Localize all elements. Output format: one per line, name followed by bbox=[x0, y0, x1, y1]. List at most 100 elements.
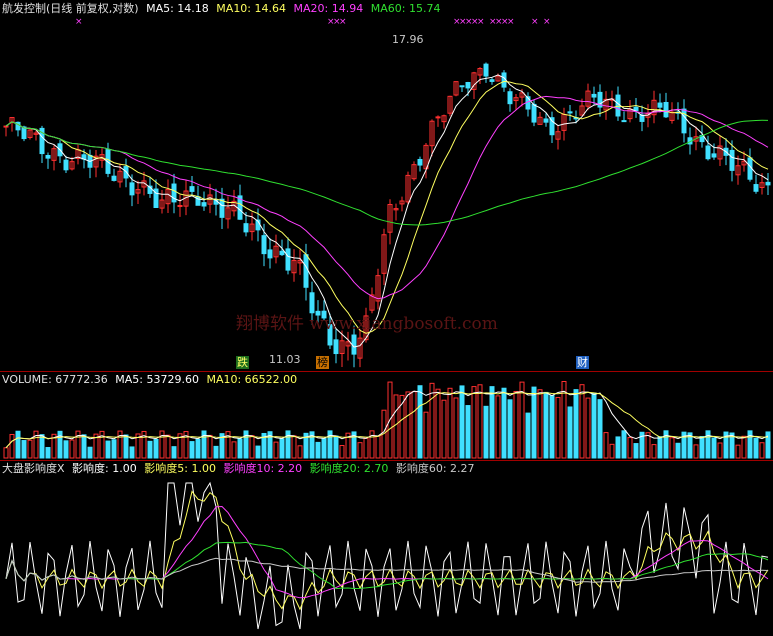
volume-bar bbox=[339, 445, 345, 459]
volume-bars bbox=[3, 381, 771, 459]
candle-body bbox=[489, 79, 495, 82]
high-price-label: 17.96 bbox=[392, 33, 424, 46]
volume-bar bbox=[195, 438, 201, 459]
volume-bar bbox=[105, 440, 111, 459]
volume-bar bbox=[447, 387, 453, 459]
candle-body bbox=[279, 250, 285, 256]
candle-body bbox=[267, 249, 273, 259]
volume-bar bbox=[375, 435, 381, 459]
volume-bar bbox=[663, 430, 669, 459]
volume-bar bbox=[3, 447, 9, 459]
candle-body bbox=[177, 204, 183, 207]
indicator-line bbox=[5, 490, 769, 611]
volume-bar bbox=[207, 434, 213, 459]
candle-body bbox=[333, 339, 339, 355]
candle-body bbox=[435, 116, 441, 119]
indicator-header: 大盘影响度X 影响度: 1.00 影响度5: 1.00 影响度10: 2.20 … bbox=[2, 462, 479, 476]
volume-bar bbox=[489, 386, 495, 459]
volume-readout: VOLUME: 67772.36 bbox=[2, 373, 108, 386]
stock-title: 航发控制(日线 前复权,对数) bbox=[2, 2, 139, 15]
volume-bar bbox=[63, 440, 69, 459]
pane-separator[interactable] bbox=[0, 460, 773, 461]
volume-bar bbox=[741, 435, 747, 459]
signal-bang-badge[interactable]: 榜 bbox=[316, 356, 329, 369]
volume-bar bbox=[147, 440, 153, 459]
candle-body bbox=[63, 159, 69, 171]
volume-bar bbox=[123, 434, 129, 459]
volume-bar bbox=[621, 430, 627, 459]
volume-bar bbox=[189, 441, 195, 459]
volume-bar bbox=[603, 432, 609, 459]
candle-body bbox=[303, 254, 309, 288]
event-markers: × ××× ××××× ×××× × × bbox=[75, 17, 551, 27]
pane-separator[interactable] bbox=[0, 371, 773, 372]
volume-bar bbox=[165, 434, 171, 459]
volume-bar bbox=[213, 445, 219, 459]
signal-die-badge[interactable]: 跌 bbox=[236, 356, 249, 369]
volume-bar bbox=[531, 386, 537, 459]
candle-body bbox=[21, 126, 27, 140]
indicator-v4: 影响度20: 2.70 bbox=[309, 462, 389, 475]
volume-bar bbox=[45, 447, 51, 459]
volume-bar bbox=[69, 439, 75, 459]
volume-bar bbox=[333, 435, 339, 459]
event-marker: × bbox=[507, 17, 515, 27]
volume-bar bbox=[249, 435, 255, 459]
volume-bar bbox=[519, 381, 525, 459]
volume-bar bbox=[507, 399, 513, 459]
volume-bar bbox=[711, 437, 717, 459]
candle-body bbox=[111, 175, 117, 181]
volume-bar bbox=[627, 437, 633, 459]
indicator-v1: 影响度: 1.00 bbox=[72, 462, 137, 475]
candle-body bbox=[729, 149, 735, 171]
candle-body bbox=[243, 223, 249, 233]
candle-body bbox=[711, 153, 717, 158]
volume-bar bbox=[237, 438, 243, 459]
volume-bar bbox=[153, 439, 159, 459]
candle-body bbox=[657, 102, 663, 108]
volume-bar bbox=[543, 391, 549, 459]
candle-body bbox=[621, 120, 627, 123]
signal-cai-badge[interactable]: 财 bbox=[576, 356, 589, 369]
candle-body bbox=[705, 145, 711, 160]
volume-bar bbox=[597, 399, 603, 459]
event-marker: × bbox=[531, 17, 539, 27]
event-marker: × bbox=[543, 17, 551, 27]
volume-bar bbox=[417, 385, 423, 459]
candle-body bbox=[663, 101, 669, 118]
volume-bar bbox=[585, 397, 591, 459]
volume-bar bbox=[513, 390, 519, 459]
candle-body bbox=[531, 103, 537, 123]
volume-bar bbox=[537, 389, 543, 459]
volume-bar bbox=[321, 438, 327, 459]
volume-bar bbox=[525, 412, 531, 459]
volume-bar bbox=[231, 441, 237, 459]
candle-body bbox=[459, 85, 465, 88]
volume-ma5-readout: MA5: 53729.60 bbox=[115, 373, 199, 386]
main-chart-header: 航发控制(日线 前复权,对数) MA5: 14.18 MA10: 14.64 M… bbox=[2, 2, 444, 16]
volume-bar bbox=[651, 444, 657, 459]
volume-bar bbox=[39, 434, 45, 459]
volume-bar bbox=[453, 397, 459, 459]
volume-bar bbox=[555, 396, 561, 459]
volume-bar bbox=[297, 445, 303, 459]
volume-bar bbox=[699, 435, 705, 459]
volume-bar bbox=[465, 405, 471, 459]
volume-bar bbox=[765, 431, 771, 459]
volume-bar bbox=[357, 442, 363, 459]
volume-bar bbox=[9, 433, 15, 459]
volume-bar bbox=[717, 442, 723, 459]
volume-bar bbox=[315, 441, 321, 459]
volume-bar bbox=[735, 444, 741, 459]
volume-bar bbox=[279, 438, 285, 459]
volume-bar bbox=[693, 444, 699, 459]
candle-body bbox=[219, 198, 225, 218]
volume-bar bbox=[705, 430, 711, 459]
candle-body bbox=[261, 235, 267, 255]
volume-bar bbox=[747, 430, 753, 459]
candle-body bbox=[189, 186, 195, 192]
volume-bar bbox=[477, 384, 483, 459]
volume-bar bbox=[429, 382, 435, 459]
volume-bar bbox=[501, 387, 507, 459]
ma60-readout: MA60: 15.74 bbox=[370, 2, 441, 15]
